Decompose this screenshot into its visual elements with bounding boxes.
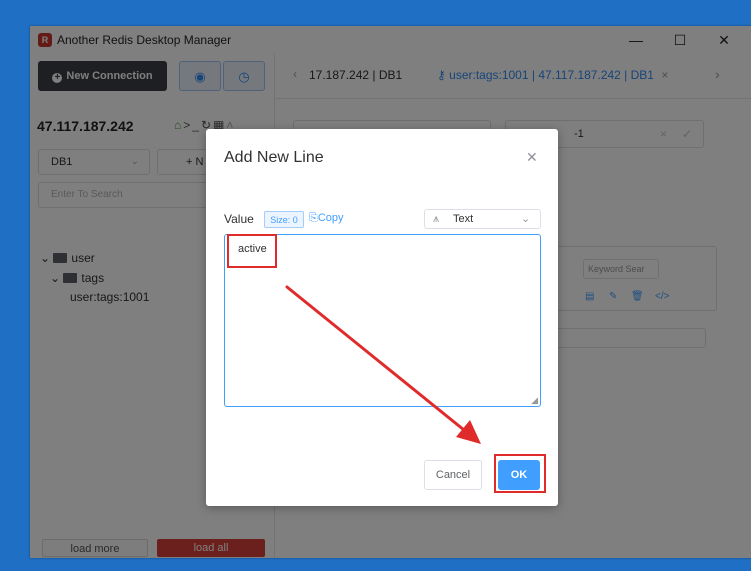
annotation-arrow [285, 285, 481, 444]
